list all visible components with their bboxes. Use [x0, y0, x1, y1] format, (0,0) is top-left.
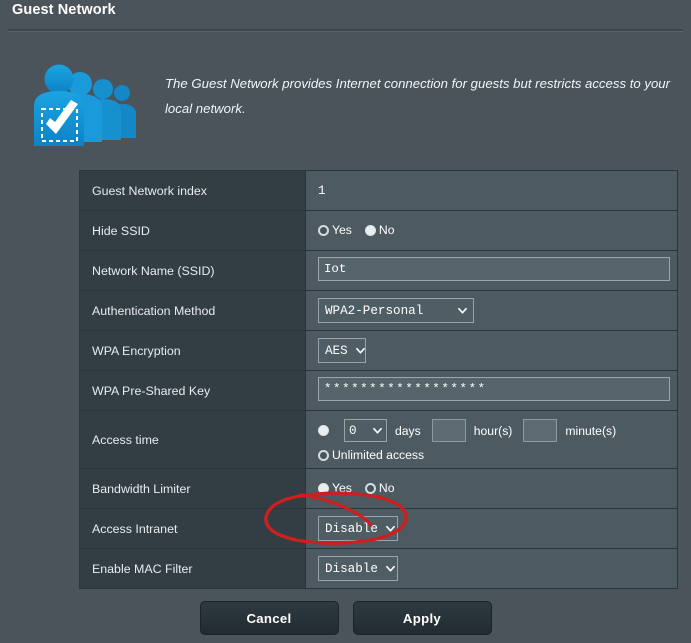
row-value-network-name: Iot: [305, 250, 678, 291]
row-label-wpa-encryption: WPA Encryption: [79, 330, 306, 371]
access-time-days-value: 0: [349, 423, 357, 438]
row-label-network-name: Network Name (SSID): [79, 250, 306, 291]
authentication-method-select[interactable]: WPA2-Personal: [318, 298, 474, 323]
table-row: WPA Pre-Shared Key ******************: [79, 370, 678, 411]
row-label-authentication-method: Authentication Method: [79, 290, 306, 331]
table-row: Guest Network index 1: [79, 170, 678, 211]
access-time-timed-row: 0 days hour(s) minute(s): [318, 419, 677, 443]
table-row: Authentication Method WPA2-Personal: [79, 290, 678, 331]
row-value-wpa-encryption: AES: [305, 330, 678, 371]
chevron-down-icon: [458, 306, 467, 315]
row-value-bandwidth-limiter: Yes No: [305, 468, 678, 509]
access-time-hours-label: hour(s): [473, 423, 513, 438]
radio-icon[interactable]: [318, 449, 329, 461]
hide-ssid-yes-label: Yes: [332, 223, 352, 238]
access-time-unlimited-label: Unlimited access: [332, 448, 425, 463]
hide-ssid-radio-group: Yes No: [318, 223, 677, 238]
intro-section: The Guest Network provides Internet conn…: [0, 55, 691, 160]
access-time-unlimited-radio[interactable]: Unlimited access: [318, 448, 425, 463]
access-time-hours-input[interactable]: [431, 419, 466, 443]
hide-ssid-radio-no[interactable]: No: [364, 223, 395, 238]
row-value-authentication-method: WPA2-Personal: [305, 290, 678, 331]
radio-icon[interactable]: [318, 425, 329, 437]
cancel-button[interactable]: Cancel: [199, 601, 339, 635]
table-row: Hide SSID Yes No: [79, 210, 678, 251]
wpa-pre-shared-key-input[interactable]: ******************: [318, 377, 670, 401]
bandwidth-limiter-no-label: No: [378, 481, 395, 496]
row-label-wpa-pre-shared-key: WPA Pre-Shared Key: [79, 370, 306, 411]
row-value-enable-mac-filter: Disable: [305, 548, 678, 589]
intro-description: The Guest Network provides Internet conn…: [165, 76, 671, 116]
hide-ssid-no-label: No: [378, 223, 395, 238]
row-label-access-time: Access time: [79, 410, 306, 469]
table-row: Network Name (SSID) Iot: [79, 250, 678, 291]
radio-icon[interactable]: [318, 224, 329, 236]
chevron-down-icon: [385, 564, 395, 573]
enable-mac-filter-select[interactable]: Disable: [318, 556, 398, 581]
chevron-down-icon: [373, 426, 382, 435]
page-title: Guest Network: [12, 2, 116, 18]
row-value-hide-ssid: Yes No: [305, 210, 678, 251]
row-label-enable-mac-filter: Enable MAC Filter: [79, 548, 306, 589]
bandwidth-limiter-radio-no[interactable]: No: [364, 481, 395, 496]
bandwidth-limiter-radio-yes[interactable]: Yes: [318, 481, 352, 496]
access-intranet-select[interactable]: Disable: [318, 516, 398, 541]
access-time-minutes-label: minute(s): [565, 423, 617, 438]
access-time-minutes-input[interactable]: [523, 419, 558, 443]
radio-icon[interactable]: [364, 224, 376, 236]
enable-mac-filter-value: Disable: [325, 561, 378, 576]
guest-network-settings-table: Guest Network index 1 Hide SSID Yes No N…: [79, 170, 678, 589]
guest-users-icon: [33, 60, 138, 152]
access-time-unlimited-row: Unlimited access: [318, 448, 677, 463]
row-value-wpa-pre-shared-key: ******************: [305, 370, 678, 411]
row-label-access-intranet: Access Intranet: [79, 508, 306, 549]
row-value-access-intranet: Disable: [305, 508, 678, 549]
chevron-down-icon: [385, 524, 395, 533]
chevron-down-icon: [355, 346, 365, 355]
access-time-days-select[interactable]: 0: [344, 419, 387, 443]
network-name-input[interactable]: Iot: [318, 257, 670, 281]
row-label-hide-ssid: Hide SSID: [79, 210, 306, 251]
table-row: Access time 0 days hour(s) minute(s) Unl…: [79, 410, 678, 469]
access-time-days-label: days: [395, 423, 421, 438]
title-divider: [8, 29, 683, 32]
table-row: Bandwidth Limiter Yes No: [79, 468, 678, 509]
access-time-timed-radio[interactable]: [318, 425, 329, 437]
apply-button[interactable]: Apply: [352, 601, 492, 635]
table-row: WPA Encryption AES: [79, 330, 678, 371]
bandwidth-limiter-yes-label: Yes: [332, 481, 352, 496]
radio-icon[interactable]: [364, 482, 376, 494]
form-actions: Cancel Apply: [0, 601, 691, 635]
guest-network-page: Guest Network The Guest Network provides…: [0, 0, 691, 643]
row-label-guest-network-index: Guest Network index: [79, 170, 306, 211]
hide-ssid-radio-yes[interactable]: Yes: [318, 223, 352, 238]
wpa-encryption-select[interactable]: AES: [318, 338, 366, 363]
table-row: Enable MAC Filter Disable: [79, 548, 678, 589]
row-value-access-time: 0 days hour(s) minute(s) Unlimited acces…: [305, 410, 678, 469]
row-label-bandwidth-limiter: Bandwidth Limiter: [79, 468, 306, 509]
access-intranet-value: Disable: [325, 521, 378, 536]
radio-icon[interactable]: [318, 482, 329, 494]
wpa-encryption-value: AES: [325, 343, 348, 358]
authentication-method-value: WPA2-Personal: [325, 303, 424, 318]
table-row: Access Intranet Disable: [79, 508, 678, 549]
bandwidth-limiter-radio-group: Yes No: [318, 481, 677, 496]
guest-network-index-value: 1: [318, 184, 326, 198]
row-value-guest-network-index: 1: [305, 170, 678, 211]
